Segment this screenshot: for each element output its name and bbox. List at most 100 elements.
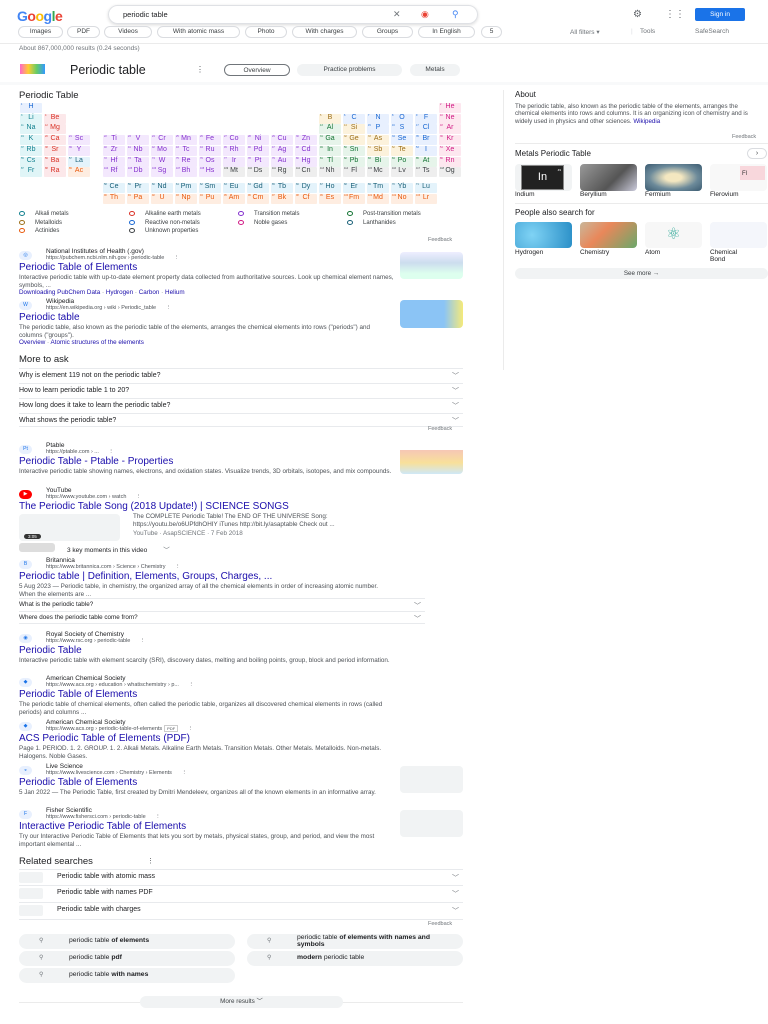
element-pu[interactable]: 94 Pu [199,193,221,204]
element-ds[interactable]: 110 Ds [247,167,269,178]
element-pt[interactable]: 78 Pt [247,156,269,167]
element-mn[interactable]: 25 Mn [175,135,197,146]
element-sr[interactable]: 38 Sr [44,145,66,156]
more-options-icon[interactable]: ⋮ [186,726,194,732]
element-po[interactable]: 84 Po [391,156,413,167]
key-moments-toggle[interactable]: 3 key moments in this video ﹀ [67,544,170,554]
element-os[interactable]: 76 Os [199,156,221,167]
element-kr[interactable]: 36 Kr [439,135,461,146]
video-thumbnail[interactable]: 3:05 [19,514,120,541]
element-cr[interactable]: 24 Cr [151,135,173,146]
chip-charges[interactable]: With charges [292,26,357,38]
element-dy[interactable]: 66 Dy [295,183,317,193]
element-fr[interactable]: 87 Fr [20,167,42,178]
element-br[interactable]: 35 Br [415,135,437,146]
element-ce[interactable]: 58 Ce [103,183,125,193]
element-hg[interactable]: 80 Hg [295,156,317,167]
tab-overview[interactable]: Overview [224,64,290,76]
result-url[interactable]: https://ptable.com › ... ⋮ [46,449,114,455]
element-fl[interactable]: 114 Fl [343,167,365,178]
google-logo[interactable]: Google [17,8,63,24]
result-url[interactable]: https://www.fishersci.com › periodic-tab… [46,814,161,820]
more-options-icon[interactable]: ⋮ [147,857,154,865]
element-eu[interactable]: 63 Eu [223,183,245,193]
people-card-chemistry[interactable] [580,222,637,248]
chip-pdf[interactable]: PDF [67,26,100,38]
clear-icon[interactable]: ✕ [393,9,401,20]
chip-photo[interactable]: Photo [245,26,287,38]
element-at[interactable]: 85 At [415,156,437,167]
result-thumbnail[interactable] [400,810,463,837]
result-url[interactable]: https://www.acs.org › education › whatis… [46,682,194,688]
gear-icon[interactable]: ⚙ [633,9,642,20]
question-row[interactable]: How long does it take to learn the perio… [19,398,463,413]
element-y[interactable]: 39 Y [68,145,90,156]
result-thumbnail[interactable] [400,446,463,474]
element-h[interactable]: 1H [20,103,42,113]
chip-5[interactable]: 5 [481,26,502,38]
see-more-button[interactable]: See more → [515,268,768,279]
element-ag[interactable]: 47 Ag [271,145,293,156]
element-bh[interactable]: 107 Bh [175,167,197,178]
result-url[interactable]: https://www.acs.org › periodic-table-of-… [46,725,194,732]
element-v[interactable]: 23 V [127,135,149,146]
element-k[interactable]: 19 K [20,135,42,146]
question-row[interactable]: What shows the periodic table? ﹀ [19,413,463,427]
element-b[interactable]: 5B [319,113,341,124]
chip-groups[interactable]: Groups [362,26,413,38]
element-nb[interactable]: 41 Nb [127,145,149,156]
result-source[interactable]: Britannica [46,557,75,564]
related-pill[interactable]: ⚲ modern periodic table [247,951,463,966]
people-card-atom[interactable]: ⚛ [645,222,702,248]
metal-card-flerovium[interactable]: Fl [710,164,767,191]
related-pill[interactable]: ⚲ periodic table with names [19,968,235,983]
more-options-icon[interactable]: ⋮ [154,814,161,820]
element-tm[interactable]: 69 Tm [367,183,389,193]
element-lv[interactable]: 116 Lv [391,167,413,178]
sitelink[interactable]: Downloading PubChem Data [19,289,100,296]
element-hs[interactable]: 108 Hs [199,167,221,178]
element-pd[interactable]: 46 Pd [247,145,269,156]
result-source[interactable]: Live Science [46,763,83,770]
element-co[interactable]: 27 Co [223,135,245,146]
all-filters-button[interactable]: All filters ▾ [570,28,600,36]
element-w[interactable]: 74 W [151,156,173,167]
element-au[interactable]: 79 Au [271,156,293,167]
element-sc[interactable]: 21 Sc [68,135,90,146]
element-mc[interactable]: 115 Mc [367,167,389,178]
element-p[interactable]: 15 P [367,124,389,135]
chip-english[interactable]: In English [418,26,475,38]
more-options-icon[interactable]: ⋮ [172,255,180,261]
element-es[interactable]: 99 Es [319,193,341,204]
chip-videos[interactable]: Videos [104,26,152,38]
element-np[interactable]: 93 Np [175,193,197,204]
related-pill[interactable]: ⚲ periodic table of elements [19,934,235,949]
legend-item[interactable]: Metalloids [19,220,62,226]
legend-item[interactable]: Reactive non-metals [129,220,200,226]
element-re[interactable]: 75 Re [175,156,197,167]
element-rb[interactable]: 37 Rb [20,145,42,156]
legend-item[interactable]: Unknown properties [129,228,198,234]
feedback-link[interactable]: Feedback [428,426,452,432]
element-c[interactable]: 6C [343,113,365,124]
element-si[interactable]: 14 Si [343,124,365,135]
element-ba[interactable]: 56 Ba [44,156,66,167]
element-no[interactable]: 102 No [391,193,413,204]
element-ca[interactable]: 20 Ca [44,135,66,146]
element-sm[interactable]: 62 Sm [199,183,221,193]
result-thumbnail[interactable] [400,300,463,328]
more-options-icon[interactable]: ⋮ [134,494,142,500]
element-cs[interactable]: 55 Cs [20,156,42,167]
more-options-icon[interactable]: ⋮ [164,305,172,311]
element-as[interactable]: 33 As [367,135,389,146]
element-gd[interactable]: 64 Gd [247,183,269,193]
apps-icon[interactable]: ⋮⋮ [665,9,685,20]
element-mo[interactable]: 42 Mo [151,145,173,156]
result-title-link[interactable]: Periodic Table of Elements [19,262,137,273]
element-cd[interactable]: 48 Cd [295,145,317,156]
safesearch-button[interactable]: SafeSearch [695,28,729,35]
legend-item[interactable]: Post-transition metals [347,211,421,217]
element-cm[interactable]: 96 Cm [247,193,269,204]
element-nh[interactable]: 113 Nh [319,167,341,178]
element-zr[interactable]: 40 Zr [103,145,125,156]
